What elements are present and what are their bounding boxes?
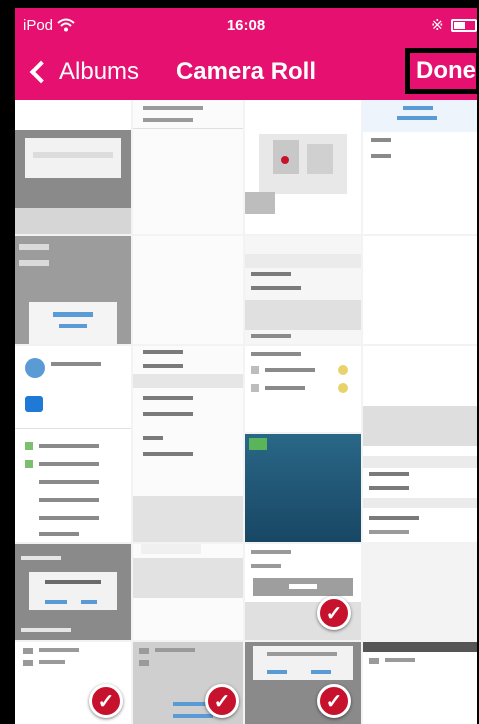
photo-8-thumbnail xyxy=(363,236,477,344)
photo-10[interactable] xyxy=(133,346,243,542)
photo-1-thumbnail xyxy=(15,100,131,234)
battery-icon xyxy=(451,19,477,32)
photo-17-selected-check-icon: ✓ xyxy=(205,684,239,718)
photo-11[interactable] xyxy=(245,346,361,432)
photo-12[interactable] xyxy=(363,346,477,542)
photo-2[interactable] xyxy=(133,100,243,234)
done-button[interactable]: Done xyxy=(405,48,477,94)
photo-4[interactable] xyxy=(363,100,477,234)
photo-6[interactable] xyxy=(133,236,243,344)
photo-17[interactable]: ✓ xyxy=(133,642,243,724)
photo-18-selected-check-icon: ✓ xyxy=(317,684,351,718)
bluetooth-icon: ※ xyxy=(431,17,444,34)
photo-grid: ✓ ✓ ✓ ✓ xyxy=(15,100,477,724)
battery-fill xyxy=(454,22,465,29)
photo-3-thumbnail xyxy=(245,100,361,234)
device-frame: iPod 16:08 ※ Albums Camera Roll Done ✓ ✓… xyxy=(0,0,479,724)
photo-9[interactable] xyxy=(15,346,131,542)
photo-11-thumbnail xyxy=(245,346,361,432)
navigation-bar: Albums Camera Roll Done xyxy=(15,44,477,100)
photo-9-thumbnail xyxy=(15,346,131,542)
photo-4-thumbnail xyxy=(363,100,477,234)
photo-7[interactable] xyxy=(245,236,361,344)
photo-14[interactable]: ✓ xyxy=(245,544,361,640)
photo-19-thumbnail xyxy=(363,642,477,724)
photo-13[interactable] xyxy=(245,434,361,542)
photo-14-selected-check-icon: ✓ xyxy=(317,596,351,630)
photo-16-selected-check-icon: ✓ xyxy=(89,684,123,718)
photo-10-thumbnail xyxy=(133,346,243,542)
chevron-left-icon xyxy=(29,60,53,84)
photo-12-thumbnail xyxy=(363,346,477,542)
photo-5-thumbnail xyxy=(15,236,131,344)
photo-3[interactable] xyxy=(245,100,361,234)
photo-8[interactable] xyxy=(363,236,477,344)
back-button[interactable]: Albums xyxy=(27,56,139,88)
photo-6-thumbnail xyxy=(133,236,243,344)
status-bar: iPod 16:08 ※ xyxy=(15,8,477,44)
photo-1[interactable] xyxy=(15,100,131,234)
photo-5[interactable] xyxy=(15,236,131,344)
photo-2-thumbnail xyxy=(133,100,243,234)
photo-18[interactable]: ✓ xyxy=(245,642,361,724)
screen: iPod 16:08 ※ Albums Camera Roll Done ✓ ✓… xyxy=(15,8,477,724)
photo-19[interactable] xyxy=(363,642,477,724)
photo-15b[interactable] xyxy=(133,544,243,640)
photo-15[interactable] xyxy=(15,544,131,640)
photo-15b-thumbnail xyxy=(133,544,243,640)
status-time: 16:08 xyxy=(226,17,266,34)
photo-13-thumbnail xyxy=(245,434,361,542)
back-button-label: Albums xyxy=(59,58,140,85)
photo-15-thumbnail xyxy=(15,544,131,640)
photo-7-thumbnail xyxy=(245,236,361,344)
photo-16[interactable]: ✓ xyxy=(15,642,131,724)
